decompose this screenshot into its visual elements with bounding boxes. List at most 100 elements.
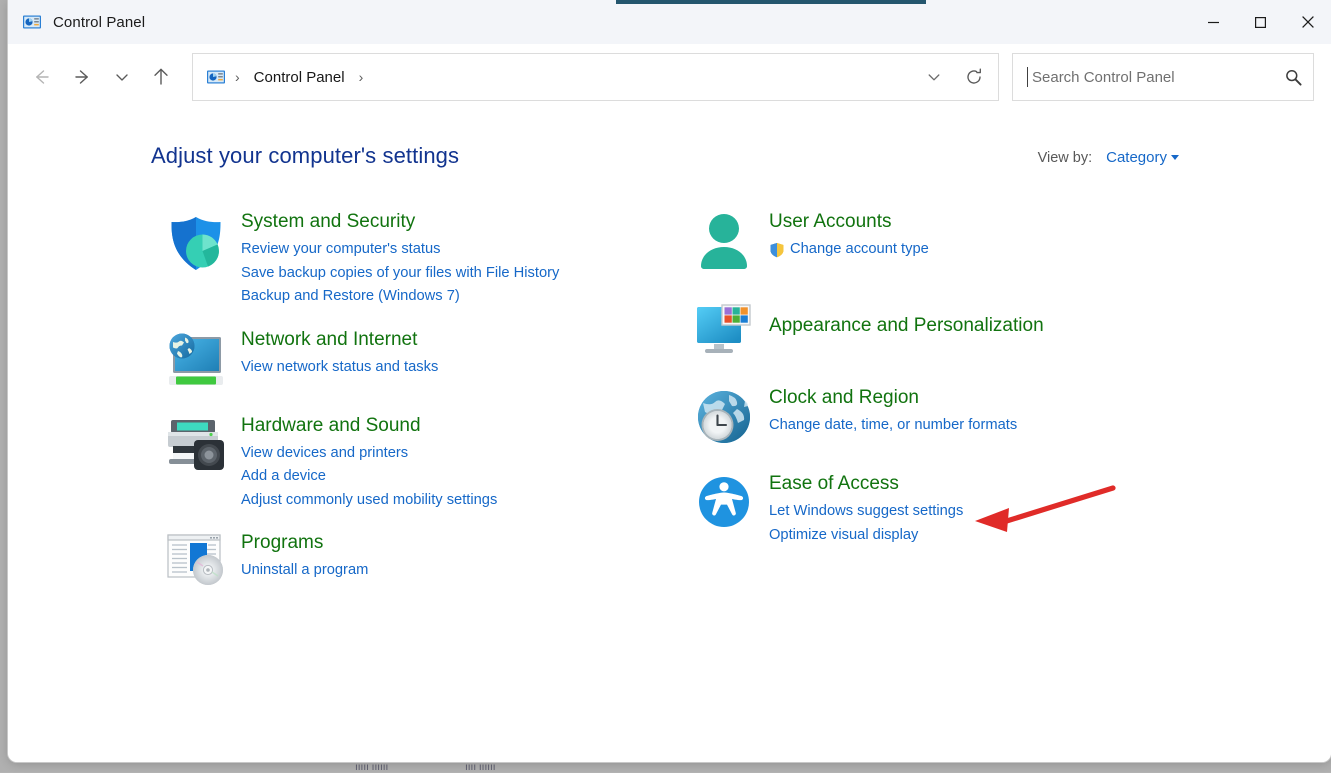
- category-title[interactable]: Ease of Access: [769, 471, 899, 497]
- category-clock-and-region: Clock and Region Change date, time, or n…: [679, 385, 1239, 449]
- title-bar[interactable]: Control Panel: [8, 0, 1331, 44]
- category-body: Appearance and Personalization: [769, 299, 1044, 359]
- arrow-up-icon: [150, 66, 172, 88]
- category-title[interactable]: Programs: [241, 530, 323, 556]
- category-body: System and Security Review your computer…: [241, 209, 559, 309]
- category-user-accounts: User Accounts Change account type: [679, 209, 1239, 273]
- search-input[interactable]: [1028, 69, 1284, 86]
- category-programs: Programs Uninstall a program: [151, 530, 679, 588]
- category-icon-wrap: [679, 209, 769, 273]
- category-title[interactable]: Network and Internet: [241, 327, 417, 353]
- background-text-hint-1: ııııı ıııııı: [355, 762, 388, 773]
- category-link[interactable]: Uninstall a program: [241, 559, 368, 583]
- view-by-control: View by: Category: [1038, 143, 1179, 167]
- right-column: User Accounts Change account type: [679, 209, 1239, 606]
- refresh-button[interactable]: [954, 57, 994, 97]
- address-bar[interactable]: › Control Panel ›: [192, 53, 999, 101]
- category-title[interactable]: Clock and Region: [769, 385, 919, 411]
- background-text-hint-2: ıııı ıııııı: [465, 762, 496, 773]
- category-columns: System and Security Review your computer…: [8, 169, 1331, 606]
- maximize-icon: [1254, 16, 1267, 29]
- up-button[interactable]: [140, 57, 182, 97]
- window-title: Control Panel: [53, 14, 145, 31]
- category-hardware-and-sound: Hardware and Sound View devices and prin…: [151, 413, 679, 513]
- chevron-down-icon: [925, 68, 943, 86]
- category-link-change-account-type[interactable]: Change account type: [769, 238, 929, 262]
- category-link[interactable]: Adjust commonly used mobility settings: [241, 489, 497, 513]
- category-body: Network and Internet View network status…: [241, 327, 438, 391]
- category-body: Ease of Access Let Windows suggest setti…: [769, 471, 963, 547]
- forward-button[interactable]: [62, 57, 104, 97]
- maximize-button[interactable]: [1237, 0, 1284, 44]
- category-link[interactable]: Optimize visual display: [769, 524, 963, 548]
- minimize-icon: [1207, 16, 1220, 29]
- navigation-bar: › Control Panel ›: [8, 44, 1331, 110]
- category-link[interactable]: View devices and printers: [241, 442, 497, 466]
- category-title[interactable]: System and Security: [241, 209, 415, 235]
- arrow-left-icon: [30, 66, 52, 88]
- printer-speaker-icon: [163, 415, 229, 475]
- refresh-icon: [964, 67, 984, 87]
- close-icon: [1301, 15, 1315, 29]
- category-system-and-security: System and Security Review your computer…: [151, 209, 679, 309]
- breadcrumb-item-control-panel[interactable]: Control Panel: [247, 66, 352, 89]
- chevron-down-icon: [1171, 155, 1179, 160]
- category-icon-wrap: [679, 385, 769, 449]
- category-body: User Accounts Change account type: [769, 209, 929, 273]
- content-header: Adjust your computer's settings View by:…: [8, 143, 1331, 169]
- category-icon-wrap: [151, 209, 241, 309]
- content-area: Adjust your computer's settings View by:…: [8, 110, 1331, 762]
- category-icon-wrap: [151, 413, 241, 513]
- category-body: Programs Uninstall a program: [241, 530, 368, 588]
- view-by-dropdown[interactable]: Category: [1106, 149, 1179, 167]
- category-link[interactable]: Review your computer's status: [241, 238, 559, 262]
- category-link[interactable]: Let Windows suggest settings: [769, 500, 963, 524]
- category-link[interactable]: Change date, time, or number formats: [769, 414, 1017, 438]
- category-icon-wrap: [151, 530, 241, 588]
- category-link[interactable]: Save backup copies of your files with Fi…: [241, 262, 559, 286]
- category-network-and-internet: Network and Internet View network status…: [151, 327, 679, 391]
- control-panel-icon[interactable]: [206, 67, 226, 87]
- page-title: Adjust your computer's settings: [151, 143, 1038, 169]
- category-body: Clock and Region Change date, time, or n…: [769, 385, 1017, 449]
- network-globe-monitor-icon: [164, 329, 228, 391]
- back-button[interactable]: [20, 57, 62, 97]
- chevron-down-icon: [113, 68, 131, 86]
- category-body: Hardware and Sound View devices and prin…: [241, 413, 497, 513]
- programs-disc-icon: [163, 532, 229, 588]
- caption-buttons: [1190, 0, 1331, 44]
- close-button[interactable]: [1284, 0, 1331, 44]
- previous-locations-button[interactable]: [914, 57, 954, 97]
- uac-shield-icon: [769, 242, 785, 258]
- category-link[interactable]: Backup and Restore (Windows 7): [241, 285, 559, 309]
- accessibility-icon: [695, 473, 753, 531]
- minimize-button[interactable]: [1190, 0, 1237, 44]
- left-column: System and Security Review your computer…: [151, 209, 679, 606]
- category-title[interactable]: Hardware and Sound: [241, 413, 421, 439]
- recent-locations-button[interactable]: [104, 57, 140, 97]
- category-link-label: Change account type: [790, 238, 929, 262]
- category-title[interactable]: User Accounts: [769, 209, 892, 235]
- title-bar-left: Control Panel: [8, 12, 1190, 32]
- category-title[interactable]: Appearance and Personalization: [769, 313, 1044, 339]
- appearance-monitor-icon: [692, 301, 756, 359]
- category-ease-of-access: Ease of Access Let Windows suggest setti…: [679, 471, 1239, 547]
- control-panel-window: Control Panel: [8, 0, 1331, 762]
- arrow-right-icon: [72, 66, 94, 88]
- window-accent-strip: [616, 0, 926, 4]
- category-appearance-and-personalization: Appearance and Personalization: [679, 299, 1239, 359]
- category-icon-wrap: [679, 299, 769, 359]
- category-link[interactable]: View network status and tasks: [241, 356, 438, 380]
- shield-icon: [163, 211, 229, 277]
- breadcrumb-separator-trailing[interactable]: ›: [352, 69, 371, 85]
- breadcrumb-separator[interactable]: ›: [228, 69, 247, 85]
- breadcrumb: › Control Panel ›: [206, 66, 914, 89]
- category-link[interactable]: Add a device: [241, 465, 497, 489]
- category-icon-wrap: [151, 327, 241, 391]
- view-by-label: View by:: [1038, 150, 1093, 166]
- clock-globe-icon: [693, 387, 755, 449]
- search-box[interactable]: [1012, 53, 1314, 101]
- category-icon-wrap: [679, 471, 769, 547]
- user-account-icon: [693, 211, 755, 273]
- search-icon[interactable]: [1284, 68, 1303, 87]
